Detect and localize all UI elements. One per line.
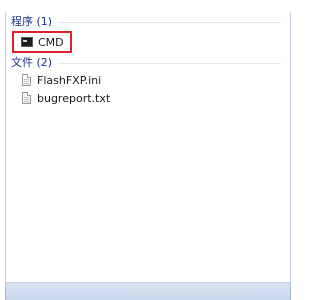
group-header-files-label: 文件 (2) bbox=[11, 56, 53, 69]
bottom-bar bbox=[5, 283, 291, 300]
file-icon bbox=[22, 74, 31, 86]
result-item-bugreport-txt[interactable]: bugreport.txt bbox=[22, 89, 110, 107]
group-header-programs: 程序 (1) bbox=[11, 15, 281, 29]
result-item-cmd[interactable]: CMD bbox=[12, 31, 72, 53]
group-header-programs-label: 程序 (1) bbox=[11, 15, 53, 28]
result-item-label: bugreport.txt bbox=[37, 91, 111, 105]
group-header-files: 文件 (2) bbox=[11, 56, 281, 70]
group-divider bbox=[58, 22, 281, 23]
group-programs: 程序 (1) bbox=[11, 15, 281, 29]
group-divider bbox=[58, 63, 281, 64]
file-icon bbox=[22, 92, 31, 104]
result-item-label: CMD bbox=[38, 35, 64, 49]
result-item-label: FlashFXP.ini bbox=[37, 73, 102, 87]
result-item-flashfxp-ini[interactable]: FlashFXP.ini bbox=[22, 71, 101, 89]
search-results-window: 程序 (1) CMD 文件 (2) FlashFXP.ini bugreport… bbox=[0, 0, 300, 300]
cmd-icon bbox=[21, 37, 33, 47]
group-files: 文件 (2) bbox=[11, 56, 281, 70]
